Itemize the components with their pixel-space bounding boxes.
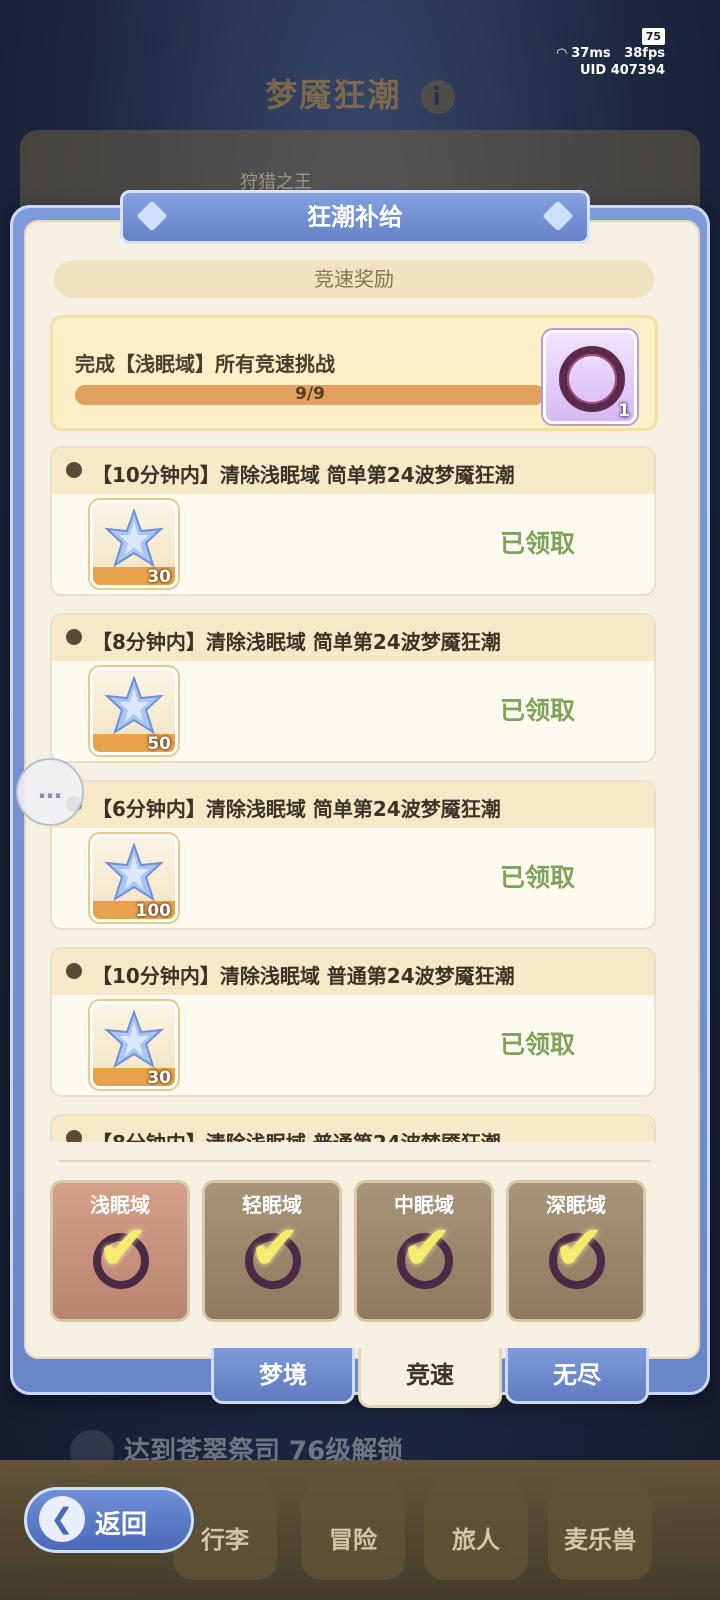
divider [58,1160,650,1162]
task-title: 【10分钟内】清除浅眠域 简单第24波梦魇狂潮 [92,463,515,487]
reward-tile[interactable]: 30 [90,500,178,588]
header-ornament-left-icon [136,200,168,232]
task-title: 【8分钟内】清除浅眠域 简单第24波梦魇狂潮 [92,630,501,654]
mode-tab[interactable]: 梦境 [211,1348,355,1404]
back-button[interactable]: ❮ 返回 [24,1487,194,1553]
task-card: 【10分钟内】清除浅眠域 简单第24波梦魇狂潮 30 已领取 [50,446,656,596]
task-header: 【8分钟内】清除浅眠域 普通第24波梦魇狂潮 [52,1116,654,1142]
claimed-status: 已领取 [500,696,576,725]
zone-tile[interactable]: 浅眠域 ✔ [50,1180,190,1322]
reward-tile[interactable]: 30 [90,1001,178,1089]
nav-adventure[interactable]: 冒险 [301,1470,405,1580]
summary-reward-count: 1 [618,401,630,421]
fps-text: 38fps [624,46,665,61]
modal-header: 狂潮补给 [120,190,590,244]
claimed-status: 已领取 [500,863,576,892]
moon-bullet-icon [66,462,82,478]
moon-bullet-icon [66,963,82,979]
section-title: 竞速奖励 [314,267,394,291]
battery-indicator: 75 [641,28,665,45]
nav-luggage-label: 行李 [201,1526,249,1554]
summary-text: 完成【浅眠域】所有竞速挑战 [75,352,335,376]
checkmark-icon: ✔ [97,1211,149,1284]
nav-adventure-label: 冒险 [329,1526,377,1554]
moon-bullet-icon [66,1130,82,1142]
info-icon: i [420,80,455,114]
nav-pet-label: 麦乐兽 [564,1526,636,1554]
task-header: 【10分钟内】清除浅眠域 普通第24波梦魇狂潮 [52,949,654,995]
task-title: 【10分钟内】清除浅眠域 普通第24波梦魇狂潮 [92,964,515,988]
nav-traveler[interactable]: 旅人 [424,1470,528,1580]
nav-pet[interactable]: 麦乐兽 [548,1470,652,1580]
summary-card: 完成【浅眠域】所有竞速挑战 9/9 1 [50,315,658,431]
moon-bullet-icon [66,629,82,645]
reward-count: 30 [147,567,171,587]
star-crystal-icon [103,674,165,738]
background-title-text: 梦魇狂潮 [265,76,402,114]
claimed-status: 已领取 [500,1030,576,1059]
dark-ring-icon [559,346,625,412]
task-card: 【8分钟内】清除浅眠域 普通第24波梦魇狂潮 [50,1114,656,1142]
section-title-bar: 竞速奖励 [54,260,654,298]
task-card: 【10分钟内】清除浅眠域 普通第24波梦魇狂潮 30 已领取 [50,947,656,1097]
uid-label: UID [580,63,607,78]
zone-tile[interactable]: 轻眠域 ✔ [202,1180,342,1322]
reward-tile[interactable]: 50 [90,667,178,755]
mode-tab[interactable]: 竞速 [358,1348,502,1408]
back-button-label: 返回 [95,1510,148,1540]
zone-tile[interactable]: 中眠域 ✔ [354,1180,494,1322]
task-card: 【6分钟内】清除浅眠域 简单第24波梦魇狂潮 100 已领取 [50,780,656,930]
uid-value: 407394 [610,63,665,78]
star-crystal-icon [103,841,165,905]
checkmark-icon: ✔ [249,1211,301,1284]
wifi-icon: ◠ [556,46,567,61]
checkmark-icon: ✔ [553,1211,605,1284]
modal-title: 狂潮补给 [307,203,403,231]
claimed-status: 已领取 [500,529,576,558]
ping-text: 37ms [571,46,611,61]
task-header: 【6分钟内】清除浅眠域 简单第24波梦魇狂潮 [52,782,654,828]
chat-bubble-icon[interactable]: … [16,758,84,826]
summary-progress-label: 9/9 [295,384,325,404]
zone-tile[interactable]: 深眠域 ✔ [506,1180,646,1322]
nav-traveler-label: 旅人 [452,1526,500,1554]
reward-count: 50 [147,734,171,754]
task-title: 【8分钟内】清除浅眠域 普通第24波梦魇狂潮 [92,1127,501,1142]
task-header: 【10分钟内】清除浅眠域 简单第24波梦魇狂潮 [52,448,654,494]
mode-tab[interactable]: 无尽 [505,1348,649,1404]
reward-count: 30 [147,1068,171,1088]
star-crystal-icon [103,1008,165,1072]
task-card: 【8分钟内】清除浅眠域 简单第24波梦魇狂潮 50 已领取 [50,613,656,763]
reward-count: 100 [135,901,172,921]
checkmark-icon: ✔ [401,1211,453,1284]
task-title: 【6分钟内】清除浅眠域 简单第24波梦魇狂潮 [92,797,501,821]
star-crystal-icon [103,507,165,571]
header-ornament-right-icon [542,200,574,232]
reward-tile[interactable]: 100 [90,834,178,922]
summary-reward-item[interactable]: 1 [543,330,637,424]
task-list[interactable]: 【10分钟内】清除浅眠域 简单第24波梦魇狂潮 30 已领取 【8分钟内】清除浅眠域 … [50,446,658,1142]
task-header: 【8分钟内】清除浅眠域 简单第24波梦魇狂潮 [52,615,654,661]
status-overlay: 75 ◠ 37ms 38fps UID 407394 [557,28,665,79]
back-arrow-icon: ❮ [39,1496,85,1542]
